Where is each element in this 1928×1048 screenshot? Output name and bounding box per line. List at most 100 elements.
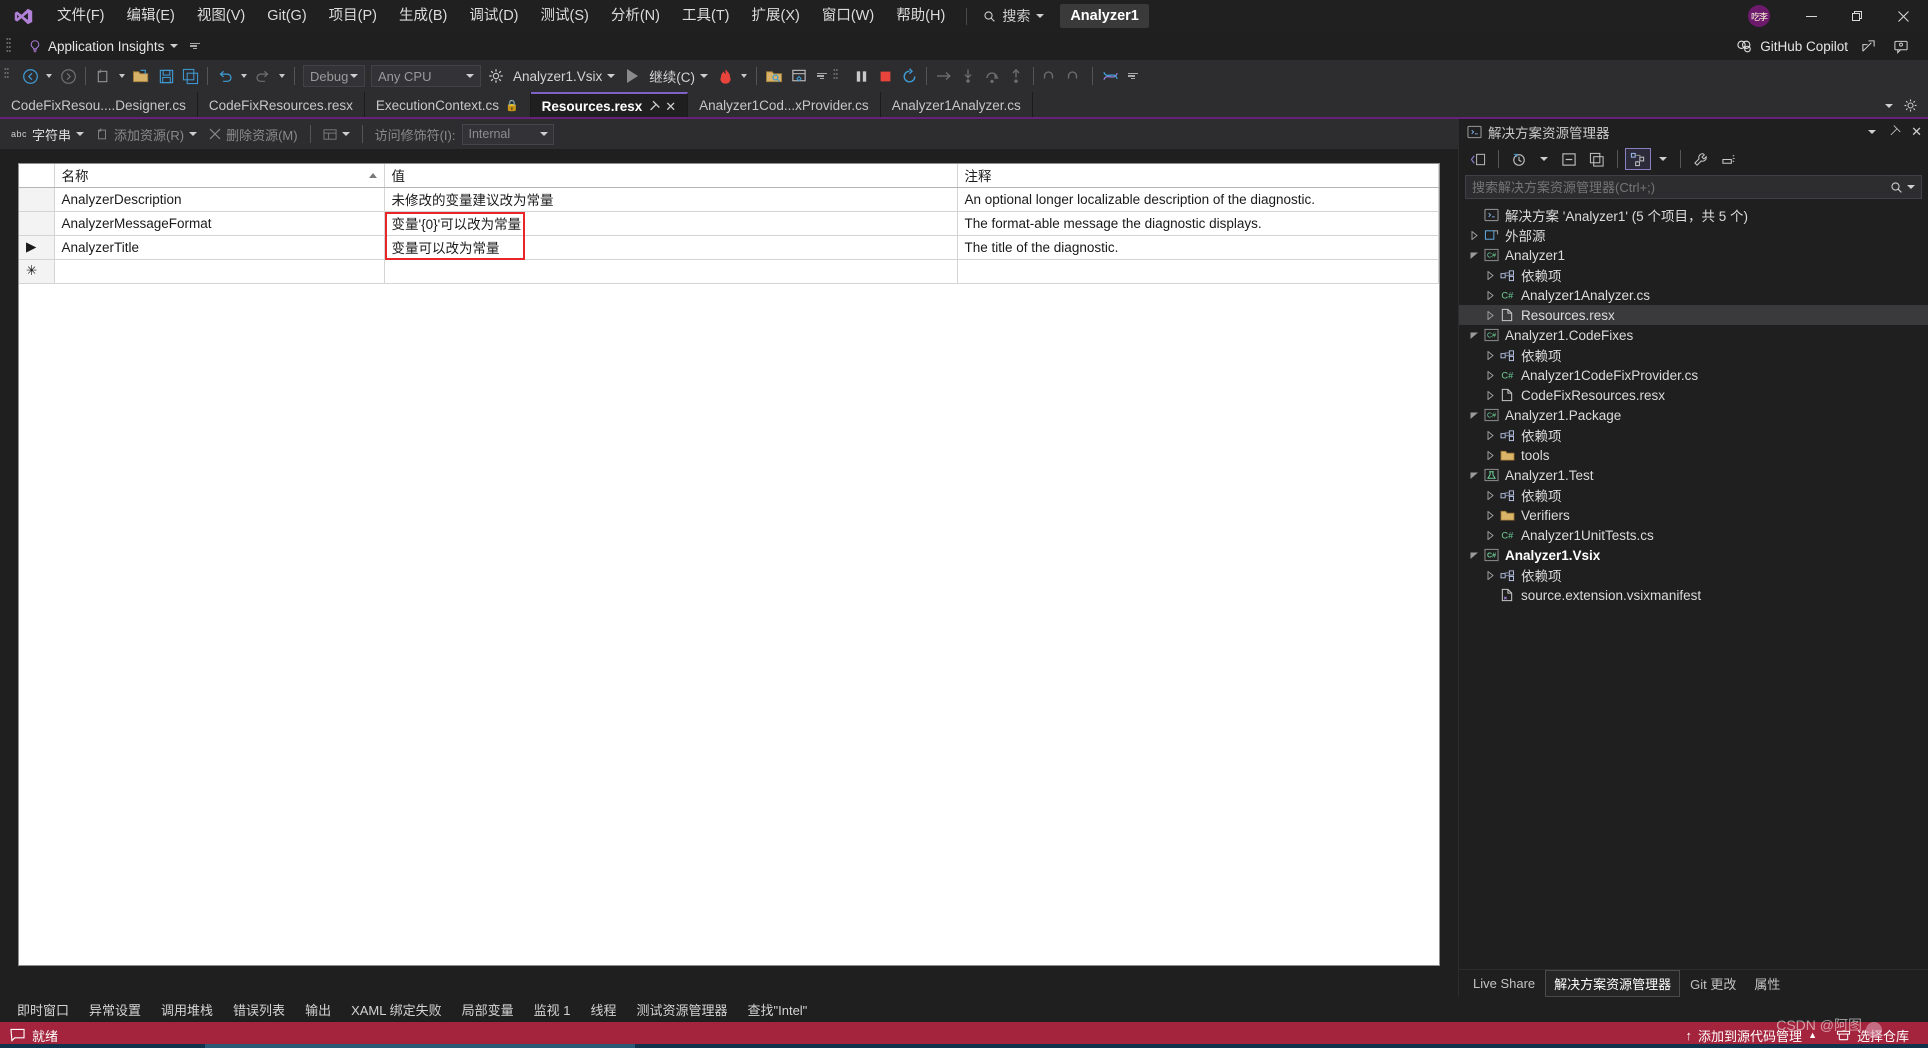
live-property-explorer-button[interactable] [787, 64, 811, 88]
cell-comment[interactable] [957, 259, 1439, 284]
expander-icon[interactable] [1467, 551, 1481, 559]
stop-button[interactable] [873, 64, 897, 88]
properties-button[interactable] [1688, 148, 1714, 170]
properties-window-button[interactable] [1716, 148, 1742, 170]
menu-build[interactable]: 生成(B) [388, 0, 458, 32]
resource-view-type-select[interactable]: abc 字符串 [6, 123, 89, 145]
menu-tools[interactable]: 工具(T) [671, 0, 741, 32]
new-item-button[interactable] [91, 64, 115, 88]
step-out-button[interactable] [1004, 64, 1028, 88]
send-feedback-button[interactable] [1888, 35, 1914, 57]
menu-analyze[interactable]: 分析(N) [600, 0, 671, 32]
expander-icon[interactable] [1483, 570, 1497, 580]
cell-comment[interactable]: The title of the diagnostic. [957, 235, 1439, 260]
new-row-marker[interactable]: ✳ [19, 259, 55, 284]
tree-node-0[interactable]: 解决方案 'Analyzer1' (5 个项目，共 5 个) [1459, 205, 1928, 225]
cell-value[interactable]: 变量'{0}'可以改为常量 [384, 211, 958, 236]
avatar[interactable]: 吃李 [1748, 5, 1770, 27]
cell-name[interactable]: AnalyzerTitle [54, 235, 385, 260]
row-marker[interactable] [19, 187, 55, 212]
undo-button[interactable] [213, 64, 237, 88]
table-row[interactable]: AnalyzerMessageFormat 变量'{0}'可以改为常量 The … [19, 211, 1439, 236]
pin-icon[interactable]: ⊤ [1884, 122, 1903, 141]
tree-node-7[interactable]: 依赖项 [1459, 345, 1928, 365]
solution-configuration-select[interactable]: Debug [303, 65, 365, 87]
global-search[interactable]: 搜索 [977, 4, 1050, 28]
debug-toolbar-grip[interactable] [833, 66, 845, 86]
undo-dropdown[interactable] [241, 74, 247, 78]
pin-icon[interactable]: ⊤ [645, 98, 663, 116]
tree-node-14[interactable]: 依赖项 [1459, 485, 1928, 505]
step-into-button[interactable] [956, 64, 980, 88]
step-over-button[interactable] [980, 64, 1004, 88]
startup-project-icon-button[interactable] [484, 64, 508, 88]
row-selector-header[interactable] [19, 164, 55, 188]
table-row[interactable]: AnalyzerDescription 未修改的变量建议改为常量 An opti… [19, 187, 1439, 212]
solution-tree[interactable]: 解决方案 'Analyzer1' (5 个项目，共 5 个) 外部源 C# Analy… [1459, 203, 1928, 969]
cell-comment[interactable]: An optional longer localizable descripti… [957, 187, 1439, 212]
column-header-value[interactable]: 值 [384, 164, 958, 188]
menu-window[interactable]: 窗口(W) [811, 0, 885, 32]
expander-icon[interactable] [1483, 370, 1497, 380]
menu-test[interactable]: 测试(S) [530, 0, 600, 32]
expander-icon[interactable] [1483, 270, 1497, 280]
expander-icon[interactable] [1467, 471, 1481, 479]
tool-tab-1[interactable]: 异常设置 [80, 998, 150, 1021]
open-file-button[interactable] [129, 64, 154, 88]
row-marker-current[interactable]: ▶ [19, 235, 55, 260]
tree-node-11[interactable]: 依赖项 [1459, 425, 1928, 445]
tool-tab-7[interactable]: 监视 1 [525, 998, 580, 1021]
save-all-button[interactable] [178, 64, 202, 88]
menu-edit[interactable]: 编辑(E) [116, 0, 186, 32]
active-solution-chip[interactable]: Analyzer1 [1060, 4, 1149, 28]
search-input[interactable] [1472, 179, 1890, 195]
tab-codefixresources-resx[interactable]: CodeFixResources.resx [197, 92, 365, 119]
github-copilot-label[interactable]: GitHub Copilot [1760, 39, 1848, 54]
tab-analyzer1-codefixprovider[interactable]: Analyzer1Cod...xProvider.cs [688, 92, 881, 119]
show-all-files-button[interactable] [1625, 148, 1651, 170]
pause-button[interactable] [849, 64, 873, 88]
expander-icon[interactable] [1483, 450, 1497, 460]
chevron-down-icon[interactable] [1885, 103, 1893, 108]
tab-codefixresources-designer[interactable]: CodeFixResou....Designer.cs [0, 92, 198, 119]
startup-project-label[interactable]: Analyzer1.Vsix [508, 64, 620, 88]
tree-node-3[interactable]: 依赖项 [1459, 265, 1928, 285]
cell-value[interactable]: 未修改的变量建议改为常量 [384, 187, 958, 212]
menu-file[interactable]: 文件(F) [46, 0, 116, 32]
menu-project[interactable]: 项目(P) [318, 0, 388, 32]
toolbar-overflow-button-2[interactable] [1128, 72, 1139, 80]
se-tab-properties[interactable]: 属性 [1746, 971, 1788, 996]
collapse-all-button[interactable] [1556, 148, 1582, 170]
hot-reload-button[interactable] [713, 64, 737, 88]
tree-node-5[interactable]: Resources.resx [1459, 305, 1928, 325]
table-row[interactable]: ▶ AnalyzerTitle 变量可以改为常量 The title of th… [19, 235, 1439, 260]
se-tab-live-share[interactable]: Live Share [1465, 973, 1543, 994]
code-view-button[interactable] [1465, 148, 1491, 170]
column-header-comment[interactable]: 注释 [957, 164, 1439, 188]
tree-node-17[interactable]: C# Analyzer1.Vsix [1459, 545, 1928, 565]
tree-node-15[interactable]: Verifiers [1459, 505, 1928, 525]
continue-button[interactable] [620, 64, 644, 88]
tool-tab-6[interactable]: 局部变量 [453, 998, 523, 1021]
standard-toolbar-grip[interactable] [4, 67, 14, 85]
tool-tab-0[interactable]: 即时窗口 [8, 998, 78, 1021]
close-icon[interactable]: ✕ [665, 99, 676, 115]
cell-name[interactable]: AnalyzerMessageFormat [54, 211, 385, 236]
pending-changes-button[interactable] [1506, 148, 1532, 170]
step-backward-button[interactable] [1039, 64, 1063, 88]
toolbar-overflow-button[interactable] [190, 42, 201, 50]
restart-button[interactable] [897, 64, 921, 88]
tab-resources-resx[interactable]: Resources.resx ⊤ ✕ [530, 92, 689, 119]
expander-icon[interactable] [1483, 310, 1497, 320]
maximize-button[interactable] [1834, 0, 1880, 32]
menu-extensions[interactable]: 扩展(X) [741, 0, 811, 32]
add-resource-button[interactable]: 添加资源(R) [91, 123, 202, 145]
tree-node-18[interactable]: 依赖项 [1459, 565, 1928, 585]
cell-comment[interactable]: The format-able message the diagnostic d… [957, 211, 1439, 236]
column-header-name[interactable]: 名称 [54, 164, 385, 188]
hot-reload-dropdown[interactable] [741, 74, 748, 78]
chevron-down-icon[interactable] [1659, 157, 1667, 161]
expander-icon[interactable] [1483, 490, 1497, 500]
minimize-button[interactable] [1788, 0, 1834, 32]
close-icon[interactable]: ✕ [1911, 124, 1922, 140]
